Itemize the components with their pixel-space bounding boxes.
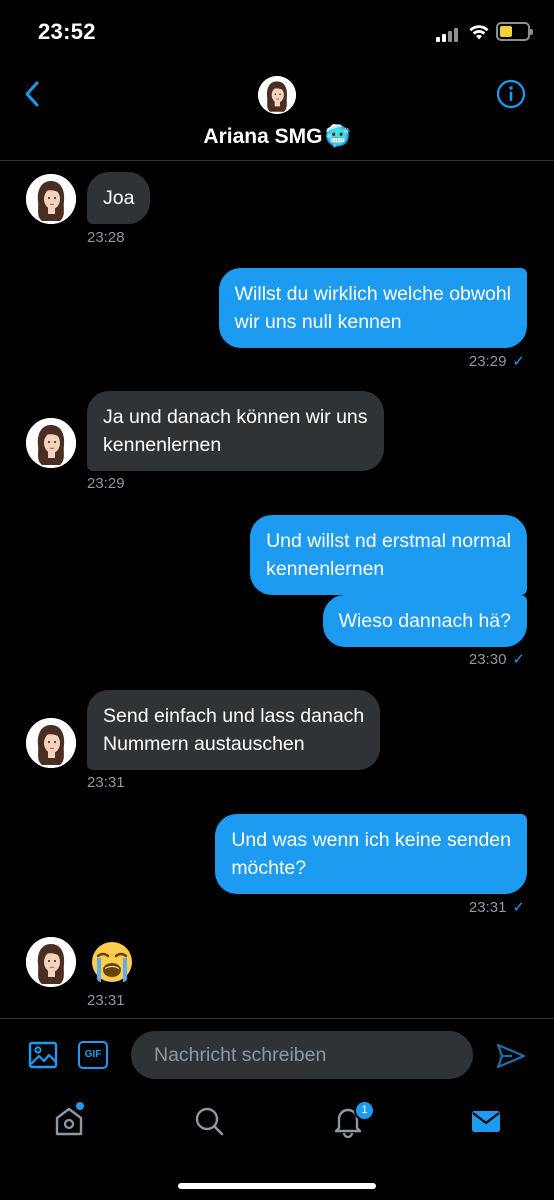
loudly-crying-face-icon[interactable] (88, 938, 136, 986)
status-time: 23:52 (38, 19, 96, 44)
message-timestamp: 23:30 (468, 651, 507, 668)
message-meta: 23:31 ✓ (469, 898, 525, 916)
sent-check-icon: ✓ (512, 651, 525, 668)
message-bubble-sent[interactable]: Willst du wirklich welche obwohl wir uns… (218, 268, 527, 348)
mail-icon[interactable] (469, 1104, 503, 1138)
info-icon[interactable] (496, 79, 526, 109)
message-bubble-sent[interactable]: Und willst nd erstmal normal kennenlerne… (250, 515, 527, 595)
contact-avatar[interactable] (26, 174, 76, 224)
contact-avatar[interactable] (26, 937, 76, 987)
message-text-line: Send einfach und lass danach (103, 705, 365, 727)
contact-avatar[interactable] (26, 418, 76, 468)
message-timestamp: 23:28 (87, 229, 125, 246)
home-indicator (178, 1183, 376, 1189)
message-text: Wieso dannach hä? (338, 610, 511, 632)
message-text-line: Willst du wirklich welche obwohl (234, 283, 511, 305)
message-text-line: Und was wenn ich keine senden (231, 829, 511, 851)
sent-check-icon: ✓ (512, 353, 525, 370)
message-text-line: Und willst nd erstmal normal (266, 530, 511, 552)
message-composer: GIF (0, 1018, 554, 1092)
message-timestamp: 23:31 (87, 992, 125, 1009)
battery-icon (496, 22, 533, 41)
message-timestamp: 23:31 (87, 774, 125, 791)
message-bubble-received[interactable]: Send einfach und lass danach Nummern aus… (87, 690, 381, 770)
message-bubble-sent[interactable]: Wieso dannach hä? (322, 595, 527, 647)
send-icon[interactable] (496, 1042, 526, 1070)
message-text: Joa (103, 187, 135, 209)
message-timestamp: 23:29 (468, 353, 507, 370)
message-text-line: kennenlernen (103, 434, 222, 456)
message-timestamp: 23:31 (468, 899, 507, 916)
message-text-line: möchte? (231, 857, 307, 879)
message-bubble-received[interactable]: Ja und danach können wir uns kennenlerne… (87, 391, 384, 471)
contact-avatar[interactable] (26, 718, 76, 768)
cold-face-emoji: 🥶 (324, 124, 351, 148)
conversation-header: Ariana SMG🥶 (0, 62, 554, 161)
notifications-badge: 1 (354, 1100, 375, 1121)
contact-name: Ariana SMG (203, 125, 323, 148)
status-bar: 23:52 (0, 0, 554, 62)
message-text-line: Ja und danach können wir uns (103, 406, 368, 428)
message-text-line: Nummern austauschen (103, 733, 305, 755)
message-text-line: wir uns null kennen (234, 311, 402, 333)
sent-check-icon: ✓ (512, 899, 525, 916)
message-meta: 23:30 ✓ (469, 650, 525, 668)
signal-icon (436, 26, 462, 42)
message-bubble-sent[interactable]: Und was wenn ich keine senden möchte? (215, 814, 527, 894)
message-timestamp: 23:29 (87, 475, 125, 492)
home-notification-dot (76, 1102, 84, 1110)
message-text-line: kennenlernen (266, 558, 385, 580)
conversation-title[interactable]: Ariana SMG🥶 (0, 124, 554, 149)
image-icon[interactable] (28, 1040, 58, 1070)
message-input[interactable] (131, 1031, 473, 1079)
message-meta: 23:29 ✓ (469, 352, 525, 370)
header-avatar[interactable] (258, 76, 296, 114)
wifi-icon (469, 25, 489, 40)
back-chevron-icon[interactable] (18, 78, 46, 110)
gif-button[interactable]: GIF (78, 1041, 108, 1069)
message-bubble-received[interactable]: Joa (87, 172, 151, 224)
search-icon[interactable] (192, 1104, 226, 1138)
